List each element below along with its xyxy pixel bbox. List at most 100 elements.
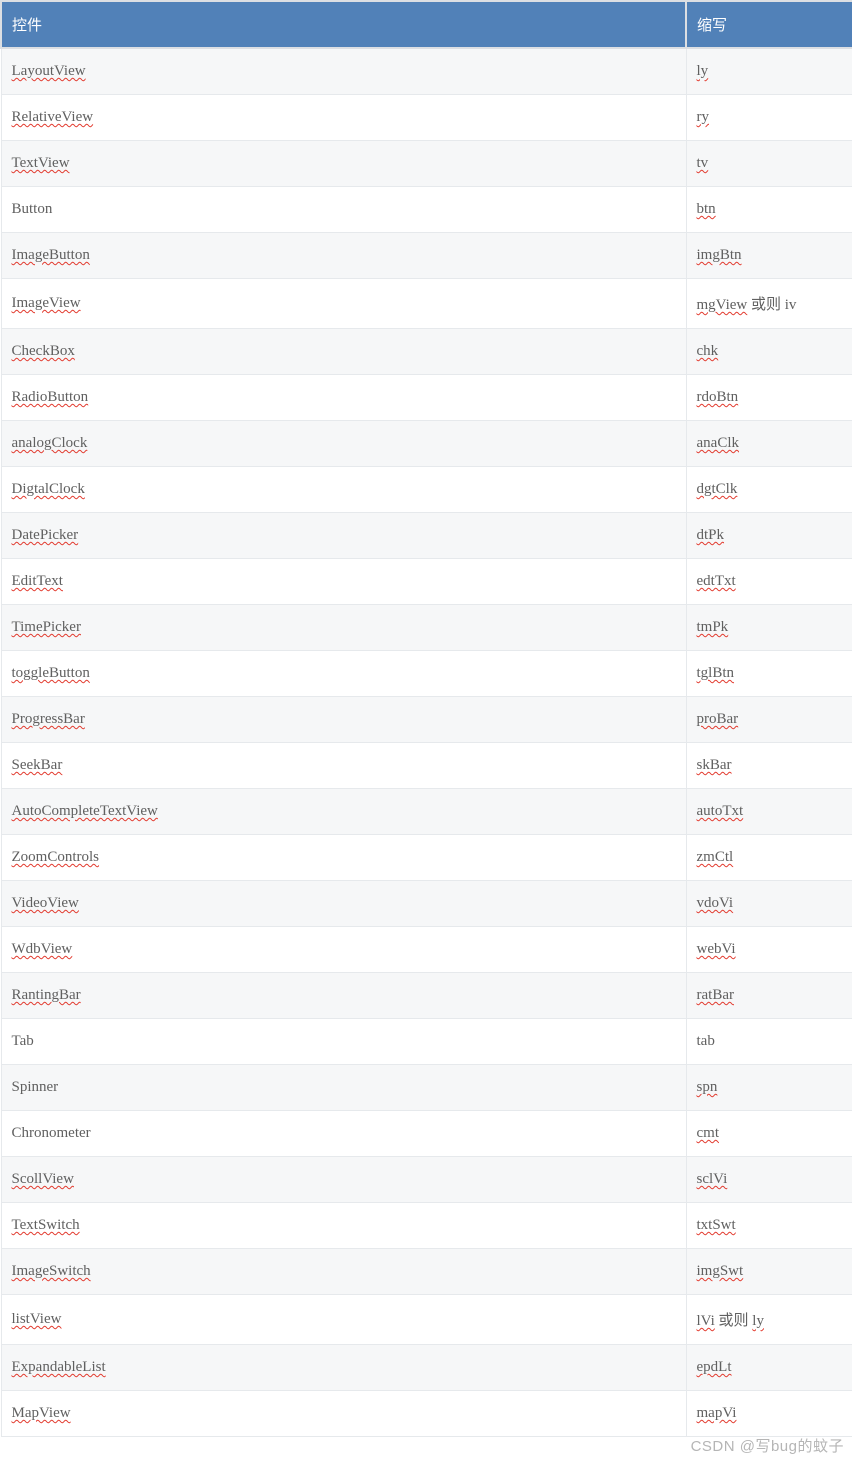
abbr-text: tab bbox=[697, 1033, 715, 1049]
abbr-cell: ly bbox=[686, 48, 852, 95]
abbr-text: btn bbox=[697, 201, 716, 217]
table-row: ImageViewmgView 或则 iv bbox=[1, 279, 852, 329]
watermark: CSDN @写bug的蚊子 bbox=[691, 1435, 844, 1456]
abbr-cell: mapVi bbox=[686, 1391, 852, 1437]
control-text: ScollView bbox=[12, 1171, 74, 1187]
abbr-text: zmCtl bbox=[697, 849, 734, 865]
table-row: ImageButtonimgBtn bbox=[1, 233, 852, 279]
control-cell: TextView bbox=[1, 141, 686, 187]
control-text: Tab bbox=[12, 1033, 34, 1049]
abbr-cell: autoTxt bbox=[686, 789, 852, 835]
table-row: ProgressBarproBar bbox=[1, 697, 852, 743]
table-row: RantingBar ratBar bbox=[1, 973, 852, 1019]
abbr-cell: zmCtl bbox=[686, 835, 852, 881]
abbr-cell: anaClk bbox=[686, 421, 852, 467]
control-cell: Button bbox=[1, 187, 686, 233]
abbr-cell: btn bbox=[686, 187, 852, 233]
control-text: TextSwitch bbox=[12, 1217, 80, 1233]
table-row: DigtalClock dgtClk bbox=[1, 467, 852, 513]
abbr-cell: proBar bbox=[686, 697, 852, 743]
control-text: ExpandableList bbox=[12, 1359, 106, 1375]
control-cell: TimePicker bbox=[1, 605, 686, 651]
table-row: RadioButton rdoBtn bbox=[1, 375, 852, 421]
abbr-suffix: 或则 iv bbox=[747, 297, 796, 313]
control-text: TextView bbox=[12, 155, 70, 171]
control-text: Spinner bbox=[12, 1079, 59, 1095]
control-text: RelativeView bbox=[12, 109, 94, 125]
control-cell: CheckBox bbox=[1, 329, 686, 375]
table-row: toggleButton tglBtn bbox=[1, 651, 852, 697]
abbr-text: edtTxt bbox=[697, 573, 736, 589]
table-row: TextSwitchtxtSwt bbox=[1, 1203, 852, 1249]
header-control: 控件 bbox=[1, 1, 686, 48]
table-row: MapView mapVi bbox=[1, 1391, 852, 1437]
abbr-text: tglBtn bbox=[697, 665, 735, 681]
abbr-suffix: 或则 bbox=[715, 1313, 753, 1329]
abbr-text: epdLt bbox=[697, 1359, 732, 1375]
control-cell: ImageView bbox=[1, 279, 686, 329]
abbr-text: cmt bbox=[697, 1125, 720, 1141]
table-row: EditText edtTxt bbox=[1, 559, 852, 605]
abbr-cell: skBar bbox=[686, 743, 852, 789]
control-text: TimePicker bbox=[12, 619, 81, 635]
control-cell: Tab bbox=[1, 1019, 686, 1065]
table-row: AutoCompleteTextView autoTxt bbox=[1, 789, 852, 835]
table-row: Spinner spn bbox=[1, 1065, 852, 1111]
table-row: Chronometer cmt bbox=[1, 1111, 852, 1157]
control-text: AutoCompleteTextView bbox=[12, 803, 158, 819]
abbr-cell: mgView 或则 iv bbox=[686, 279, 852, 329]
table-row: ZoomControls zmCtl bbox=[1, 835, 852, 881]
abbr-cell: tglBtn bbox=[686, 651, 852, 697]
control-text: Chronometer bbox=[12, 1125, 91, 1141]
control-cell: RelativeView bbox=[1, 95, 686, 141]
abbr-text: proBar bbox=[697, 711, 739, 727]
control-text: ImageSwitch bbox=[12, 1263, 91, 1279]
table-row: VideoViewvdoVi bbox=[1, 881, 852, 927]
control-cell: LayoutView bbox=[1, 48, 686, 95]
table-row: ImageSwitch imgSwt bbox=[1, 1249, 852, 1295]
abbr-text: imgSwt bbox=[697, 1263, 744, 1279]
abbr-text: dgtClk bbox=[697, 481, 738, 497]
abbr-cell: sclVi bbox=[686, 1157, 852, 1203]
control-text: listView bbox=[12, 1311, 62, 1327]
abbr-text: ratBar bbox=[697, 987, 734, 1003]
table-header-row: 控件 缩写 bbox=[1, 1, 852, 48]
abbr-cell: ratBar bbox=[686, 973, 852, 1019]
abbr-text: mapVi bbox=[697, 1405, 737, 1421]
table-row: Button btn bbox=[1, 187, 852, 233]
abbr-cell: tab bbox=[686, 1019, 852, 1065]
control-cell: Chronometer bbox=[1, 1111, 686, 1157]
control-text: SeekBar bbox=[12, 757, 63, 773]
control-cell: RantingBar bbox=[1, 973, 686, 1019]
control-cell: ExpandableList bbox=[1, 1345, 686, 1391]
control-cell: DigtalClock bbox=[1, 467, 686, 513]
abbr2-text: ly bbox=[752, 1313, 764, 1329]
control-cell: DatePicker bbox=[1, 513, 686, 559]
control-text: ImageButton bbox=[12, 247, 90, 263]
control-text: Button bbox=[12, 201, 53, 217]
abbr-cell: webVi bbox=[686, 927, 852, 973]
table-row: RelativeViewry bbox=[1, 95, 852, 141]
abbr-text: mgView bbox=[697, 297, 748, 313]
abbr-cell: epdLt bbox=[686, 1345, 852, 1391]
abbr-text: autoTxt bbox=[697, 803, 744, 819]
header-abbr: 缩写 bbox=[686, 1, 852, 48]
control-text: analogClock bbox=[12, 435, 88, 451]
table-row: SeekBar skBar bbox=[1, 743, 852, 789]
control-cell: EditText bbox=[1, 559, 686, 605]
control-text: VideoView bbox=[12, 895, 79, 911]
control-cell: MapView bbox=[1, 1391, 686, 1437]
control-cell: toggleButton bbox=[1, 651, 686, 697]
abbr-cell: rdoBtn bbox=[686, 375, 852, 421]
abbr-text: sclVi bbox=[697, 1171, 728, 1187]
abbr-text: spn bbox=[697, 1079, 718, 1095]
control-cell: ImageSwitch bbox=[1, 1249, 686, 1295]
control-cell: Spinner bbox=[1, 1065, 686, 1111]
abbr-cell: lVi 或则 ly bbox=[686, 1295, 852, 1345]
control-text: ZoomControls bbox=[12, 849, 100, 865]
control-cell: RadioButton bbox=[1, 375, 686, 421]
control-text: RantingBar bbox=[12, 987, 81, 1003]
control-cell: ImageButton bbox=[1, 233, 686, 279]
control-text: RadioButton bbox=[12, 389, 89, 405]
control-cell: TextSwitch bbox=[1, 1203, 686, 1249]
